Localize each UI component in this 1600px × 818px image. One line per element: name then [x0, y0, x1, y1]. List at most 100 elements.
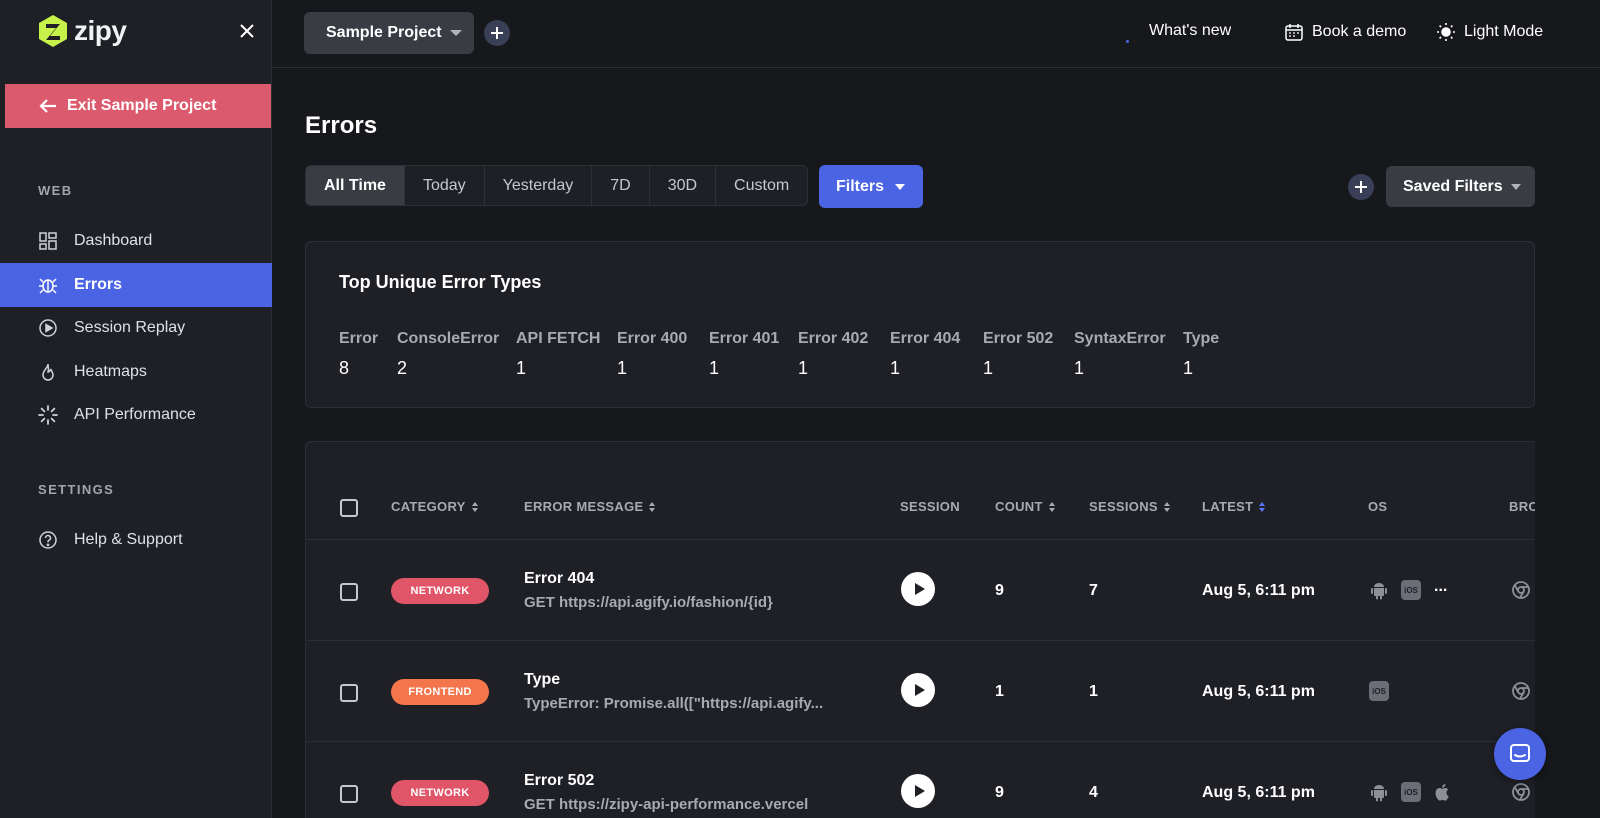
sidebar-item-session-replay[interactable]: Session Replay: [0, 306, 272, 350]
error-count: 9: [995, 582, 1004, 599]
tab-yesterday[interactable]: Yesterday: [485, 166, 593, 205]
tab-custom[interactable]: Custom: [716, 166, 807, 205]
column-header-count[interactable]: COUNT: [995, 499, 1055, 514]
sidebar-item-label: Session Replay: [74, 319, 186, 336]
sidebar-item-label: Dashboard: [74, 232, 153, 249]
error-type-count: 2: [397, 358, 408, 378]
category-badge: NETWORK: [391, 780, 489, 806]
latest-time: Aug 5, 6:11 pm: [1202, 582, 1315, 599]
column-header-os: OS: [1368, 499, 1387, 514]
chrome-icon: [1512, 783, 1530, 801]
error-type-item[interactable]: Error 502 1: [983, 330, 1053, 379]
saved-filters-button[interactable]: Saved Filters: [1386, 166, 1535, 207]
chrome-icon: [1512, 682, 1530, 700]
error-type-count: 1: [798, 358, 809, 378]
close-sidebar-button[interactable]: [236, 20, 258, 42]
sidebar-item-help-support[interactable]: Help & Support: [0, 518, 272, 562]
error-type-item[interactable]: Error 8: [339, 330, 378, 379]
error-type-name: SyntaxError: [1074, 330, 1166, 347]
whats-new-link[interactable]: What's new: [1149, 22, 1231, 40]
table-row[interactable]: NETWORK Error 502 GET https://zipy-api-p…: [306, 741, 1535, 818]
time-range-tabs: All Time Today Yesterday 7D 30D Custom: [305, 165, 809, 206]
error-title[interactable]: Error 502: [524, 772, 594, 790]
sidebar-item-errors[interactable]: Errors: [0, 263, 272, 307]
zipy-logo-icon: [39, 15, 67, 47]
error-type-item[interactable]: API FETCH 1: [516, 330, 600, 379]
table-row[interactable]: FRONTEND Type TypeError: Promise.all(["h…: [306, 640, 1535, 741]
column-header-category[interactable]: CATEGORY: [391, 499, 478, 514]
error-type-count: 8: [339, 358, 350, 378]
add-project-button[interactable]: [484, 20, 510, 46]
latest-time: Aug 5, 6:11 pm: [1202, 683, 1315, 700]
exit-sample-project-button[interactable]: Exit Sample Project: [5, 84, 271, 128]
row-checkbox[interactable]: [340, 785, 358, 803]
filters-button[interactable]: Filters: [819, 165, 923, 208]
notification-dot: [1126, 40, 1129, 43]
error-count: 1: [995, 683, 1004, 700]
error-type-count: 1: [1074, 358, 1085, 378]
error-type-item[interactable]: Error 401 1: [709, 330, 779, 379]
help-icon: [39, 531, 57, 549]
play-session-button[interactable]: [901, 774, 935, 808]
add-filter-button[interactable]: [1348, 174, 1374, 200]
filters-label: Filters: [836, 177, 885, 195]
error-type-name: Error 404: [890, 330, 961, 347]
column-header-session: SESSION: [900, 499, 960, 514]
sidebar-item-dashboard[interactable]: Dashboard: [0, 219, 272, 263]
play-icon: [914, 684, 925, 696]
error-type-name: Error 400: [617, 330, 688, 347]
error-subtitle: GET https://api.agify.io/fashion/{id}: [524, 594, 773, 611]
error-type-item[interactable]: Error 402 1: [798, 330, 868, 379]
section-label-settings: SETTINGS: [38, 482, 115, 497]
spinner-icon: [38, 405, 58, 425]
book-demo-link[interactable]: Book a demo: [1284, 22, 1406, 42]
logo[interactable]: zipy: [38, 14, 127, 48]
column-header-error-message[interactable]: ERROR MESSAGE: [524, 499, 656, 514]
tab-30d[interactable]: 30D: [650, 166, 717, 205]
select-all-checkbox[interactable]: [340, 499, 358, 517]
table-row[interactable]: NETWORK Error 404 GET https://api.agify.…: [306, 539, 1535, 640]
tab-all-time[interactable]: All Time: [306, 166, 405, 205]
error-type-item[interactable]: SyntaxError 1: [1074, 330, 1166, 379]
section-label-web: WEB: [38, 183, 73, 198]
error-title[interactable]: Type: [524, 671, 560, 689]
error-type-count: 1: [516, 358, 527, 378]
play-session-button[interactable]: [901, 572, 935, 606]
error-type-name: ConsoleError: [397, 330, 500, 347]
error-count: 9: [995, 784, 1004, 801]
sidebar-item-label: Errors: [74, 276, 123, 293]
row-checkbox[interactable]: [340, 684, 358, 702]
error-title[interactable]: Error 404: [524, 570, 594, 588]
sort-icon: [1163, 501, 1170, 512]
play-session-button[interactable]: [901, 673, 935, 707]
light-mode-toggle[interactable]: Light Mode: [1436, 22, 1543, 42]
top-error-types-card: Top Unique Error Types Error 8 ConsoleErr…: [305, 241, 1535, 408]
flame-icon: [42, 363, 54, 381]
latest-time: Aug 5, 6:11 pm: [1202, 784, 1315, 801]
sidebar-item-label: Heatmaps: [74, 363, 147, 380]
header-label: OS: [1368, 499, 1388, 514]
column-header-latest[interactable]: LATEST: [1202, 499, 1266, 514]
error-type-count: 1: [617, 358, 628, 378]
error-type-item[interactable]: Type 1: [1183, 330, 1219, 379]
chat-support-button[interactable]: [1494, 728, 1546, 780]
calendar-icon: [1285, 24, 1303, 41]
sidebar-item-api-performance[interactable]: API Performance: [0, 393, 272, 437]
row-checkbox[interactable]: [340, 583, 358, 601]
tab-7d[interactable]: 7D: [592, 166, 650, 205]
column-header-sessions[interactable]: SESSIONS: [1089, 499, 1170, 514]
error-type-item[interactable]: Error 404 1: [890, 330, 960, 379]
chat-icon: [1510, 744, 1530, 762]
project-selector[interactable]: Sample Project: [304, 12, 474, 54]
plus-icon: [1355, 181, 1367, 193]
error-type-name: Error 401: [709, 330, 780, 347]
sidebar-item-heatmaps[interactable]: Heatmaps: [0, 350, 272, 394]
error-type-name: Type: [1183, 330, 1220, 347]
chrome-icon: [1512, 581, 1530, 599]
tab-today[interactable]: Today: [405, 166, 485, 205]
ios-icon: iOS: [1401, 782, 1421, 802]
sidebar-item-label: API Performance: [74, 406, 196, 423]
whats-new-label: What's new: [1149, 22, 1232, 39]
error-type-item[interactable]: Error 400 1: [617, 330, 687, 379]
error-type-item[interactable]: ConsoleError 2: [397, 330, 499, 379]
